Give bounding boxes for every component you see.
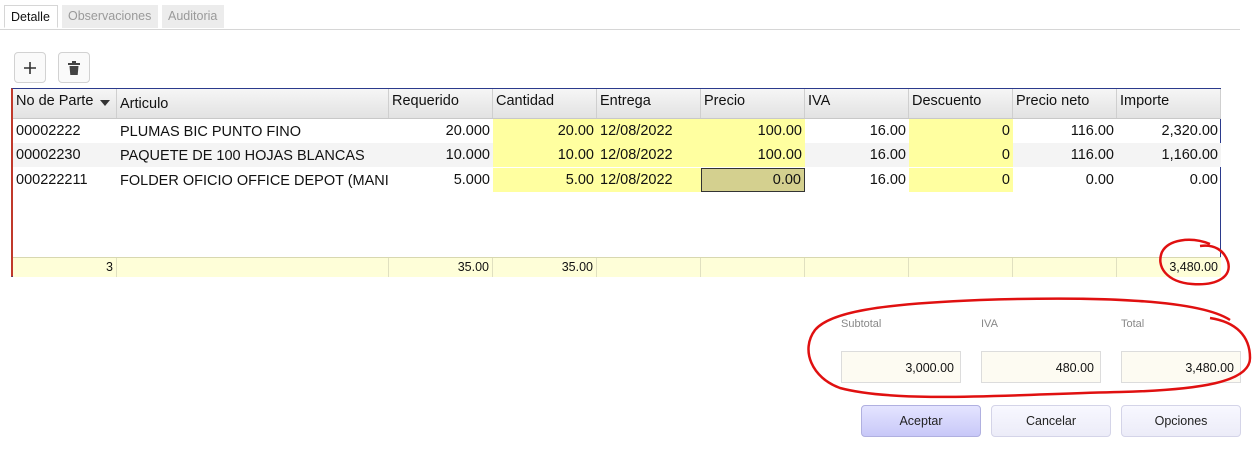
cell-requerido[interactable]: 20.000 xyxy=(389,119,493,143)
grid-footer: 3 35.00 35.00 3,480.00 xyxy=(13,257,1221,277)
cell-article[interactable]: FOLDER OFICIO OFFICE DEPOT (MANI... xyxy=(117,168,389,192)
cell-requerido[interactable]: 10.000 xyxy=(389,143,493,167)
sort-down-icon xyxy=(100,100,110,106)
cell-cantidad[interactable]: 5.00 xyxy=(493,168,597,192)
items-grid[interactable]: No de Parte Articulo Requerido Cantidad … xyxy=(11,88,1221,277)
cell-entrega[interactable]: 12/08/2022 xyxy=(597,168,701,192)
col-header-requerido[interactable]: Requerido xyxy=(389,89,493,118)
cell-cantidad[interactable]: 10.00 xyxy=(493,143,597,167)
subtotal-field[interactable]: 3,000.00 xyxy=(841,351,961,383)
total-label: Total xyxy=(1121,318,1145,330)
col-header-articulo[interactable]: Articulo xyxy=(117,89,389,118)
cell-iva[interactable]: 16.00 xyxy=(805,143,909,167)
cell-descuento[interactable]: 0 xyxy=(909,168,1013,192)
footer-cell xyxy=(1013,258,1117,277)
total-field[interactable]: 3,480.00 xyxy=(1121,351,1241,383)
cell-part[interactable]: 000222211 xyxy=(13,168,117,192)
cell-descuento[interactable]: 0 xyxy=(909,143,1013,167)
cell-importe[interactable]: 2,320.00 xyxy=(1117,119,1221,143)
cell-precio-neto[interactable]: 0.00 xyxy=(1013,168,1117,192)
delete-button[interactable] xyxy=(58,52,90,83)
plus-icon xyxy=(24,61,36,74)
cell-precio-editing[interactable]: 0.00 xyxy=(701,168,805,192)
footer-cell xyxy=(805,258,909,277)
col-header-descuento[interactable]: Descuento xyxy=(909,89,1013,118)
accept-button[interactable]: Aceptar xyxy=(861,405,981,437)
cell-cantidad[interactable]: 20.00 xyxy=(493,119,597,143)
col-header-importe[interactable]: Importe xyxy=(1117,89,1221,118)
tab-bar: Detalle Observaciones Auditoria xyxy=(0,3,1240,30)
table-row[interactable]: 00002230 PAQUETE DE 100 HOJAS BLANCAS 10… xyxy=(13,143,1221,167)
footer-cantidad: 35.00 xyxy=(493,258,597,277)
cell-iva[interactable]: 16.00 xyxy=(805,119,909,143)
cell-article[interactable]: PLUMAS BIC PUNTO FINO xyxy=(117,119,389,143)
col-header-entrega[interactable]: Entrega xyxy=(597,89,701,118)
subtotal-label: Subtotal xyxy=(841,318,882,330)
col-header-cantidad[interactable]: Cantidad xyxy=(493,89,597,118)
cell-importe[interactable]: 0.00 xyxy=(1117,168,1221,192)
col-header-no-parte[interactable]: No de Parte xyxy=(13,89,117,118)
cell-entrega[interactable]: 12/08/2022 xyxy=(597,119,701,143)
footer-requerido: 35.00 xyxy=(389,258,493,277)
iva-field[interactable]: 480.00 xyxy=(981,351,1101,383)
cell-part[interactable]: 00002230 xyxy=(13,143,117,167)
footer-cell xyxy=(117,258,389,277)
cell-descuento[interactable]: 0 xyxy=(909,119,1013,143)
footer-cell xyxy=(701,258,805,277)
col-header-iva[interactable]: IVA xyxy=(805,89,909,118)
tab-detalle[interactable]: Detalle xyxy=(4,5,58,28)
footer-importe: 3,480.00 xyxy=(1169,260,1218,274)
add-button[interactable] xyxy=(14,52,46,83)
cell-requerido[interactable]: 5.000 xyxy=(389,168,493,192)
tab-auditoria[interactable]: Auditoria xyxy=(162,5,224,28)
col-header-precio[interactable]: Precio xyxy=(701,89,805,118)
tab-observaciones[interactable]: Observaciones xyxy=(62,5,158,28)
col-header-precio-neto[interactable]: Precio neto xyxy=(1013,89,1117,118)
cell-part[interactable]: 00002222 xyxy=(13,119,117,143)
table-row[interactable]: 00002222 PLUMAS BIC PUNTO FINO 20.000 20… xyxy=(13,119,1221,143)
footer-cell xyxy=(909,258,1013,277)
grid-header: No de Parte Articulo Requerido Cantidad … xyxy=(13,89,1221,119)
options-button[interactable]: Opciones xyxy=(1121,405,1241,437)
cell-importe[interactable]: 1,160.00 xyxy=(1117,143,1221,167)
cell-precio[interactable]: 100.00 xyxy=(701,119,805,143)
table-row[interactable]: 000222211 FOLDER OFICIO OFFICE DEPOT (MA… xyxy=(13,168,1221,192)
iva-label: IVA xyxy=(981,318,998,330)
cell-precio-neto[interactable]: 116.00 xyxy=(1013,143,1117,167)
footer-count: 3 xyxy=(13,258,117,277)
cell-article[interactable]: PAQUETE DE 100 HOJAS BLANCAS xyxy=(117,143,389,167)
cell-precio[interactable]: 100.00 xyxy=(701,143,805,167)
cancel-button[interactable]: Cancelar xyxy=(991,405,1111,437)
cell-entrega[interactable]: 12/08/2022 xyxy=(597,143,701,167)
footer-cell xyxy=(597,258,701,277)
cell-iva[interactable]: 16.00 xyxy=(805,168,909,192)
trash-icon xyxy=(68,60,80,75)
cell-precio-neto[interactable]: 116.00 xyxy=(1013,119,1117,143)
